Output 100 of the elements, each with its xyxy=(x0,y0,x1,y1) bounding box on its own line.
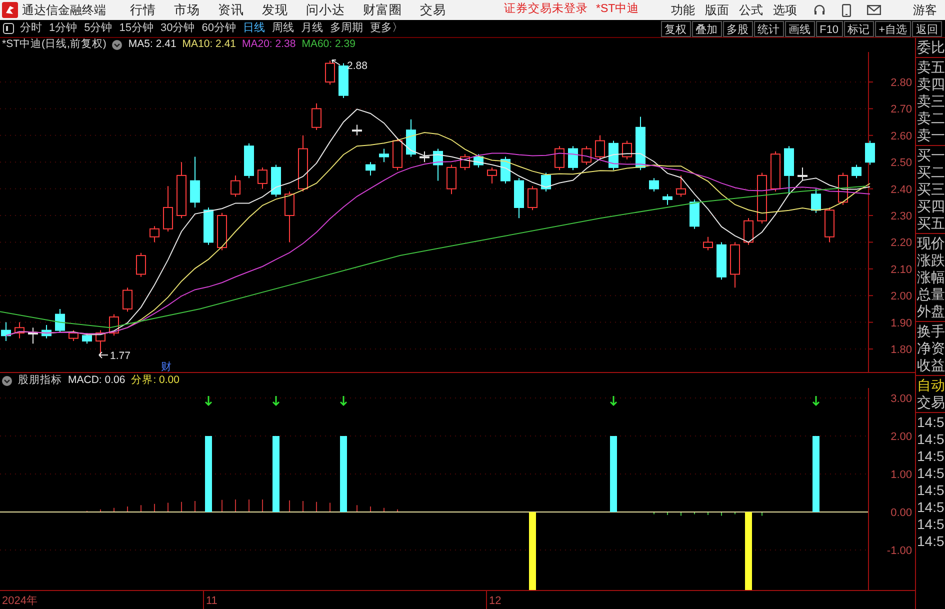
candlestick xyxy=(150,226,160,243)
quote-field-label: 交易 xyxy=(916,394,945,411)
toolbar-button[interactable]: 复权 xyxy=(660,20,691,36)
menu-item[interactable]: 财富圈 xyxy=(363,0,402,20)
candlestick xyxy=(541,172,551,192)
period-tab[interactable]: 多周期 xyxy=(330,20,363,37)
quote-field-label: 14:5 xyxy=(916,499,945,516)
axis-label: 2.10 xyxy=(890,264,912,276)
candlestick xyxy=(784,146,794,195)
candlestick xyxy=(136,252,146,278)
toolbar-button[interactable]: 多股 xyxy=(722,20,753,36)
candlestick xyxy=(352,124,362,136)
indicator-name: 股朋指标 xyxy=(18,372,62,388)
candlestick xyxy=(366,162,376,176)
indicator-value: 分界: 0.00 xyxy=(131,372,180,388)
quote-field-label: 自动 xyxy=(916,377,945,394)
period-tab[interactable]: 30分钟 xyxy=(160,20,195,37)
candlestick xyxy=(662,194,672,206)
candlestick xyxy=(230,174,240,198)
quote-field-label: 卖五 xyxy=(916,59,945,76)
phone-icon[interactable] xyxy=(842,4,851,16)
candlestick xyxy=(271,164,281,198)
ma-value: MA20: 2.38 xyxy=(242,37,296,52)
quote-field-label: 净资 xyxy=(916,340,945,357)
quote-field-label: 买一 xyxy=(916,147,945,164)
menu-item[interactable]: 问小达 xyxy=(306,0,345,20)
menu-item[interactable]: 选项 xyxy=(773,1,797,19)
quote-field-label: 买四 xyxy=(916,198,945,215)
panel-toggle-icon[interactable] xyxy=(3,23,14,34)
toolbar-button[interactable]: +自选 xyxy=(874,20,911,36)
period-tab[interactable]: 日线 xyxy=(243,20,265,37)
axis-label: 3.00 xyxy=(890,393,912,405)
menu-item[interactable]: 发现 xyxy=(262,0,288,20)
candlestick xyxy=(757,172,767,224)
user-label[interactable]: 游客 xyxy=(913,1,937,19)
quote-field-label: 买二 xyxy=(916,164,945,181)
candlestick xyxy=(204,207,214,246)
down-arrow-icon xyxy=(340,395,348,406)
date-label: 12 xyxy=(489,594,502,609)
candlestick xyxy=(595,134,605,160)
candlestick xyxy=(608,140,618,171)
more-button[interactable]: 更多〉 xyxy=(370,20,403,37)
down-arrow-icon xyxy=(272,395,280,406)
candlestick xyxy=(824,207,834,243)
candlestick xyxy=(433,148,443,182)
date-label: 2024年 xyxy=(2,594,38,609)
candlestick xyxy=(852,164,862,179)
toolbar-button[interactable]: 画线 xyxy=(784,20,815,36)
menu-item[interactable]: 资讯 xyxy=(218,0,244,20)
period-tab[interactable]: 周线 xyxy=(272,20,294,37)
menu-item[interactable]: 市场 xyxy=(174,0,200,20)
period-tab[interactable]: 5分钟 xyxy=(84,20,112,37)
menu-item[interactable]: 行情 xyxy=(130,0,156,20)
menu-item[interactable]: 功能 xyxy=(671,1,695,19)
candlestick xyxy=(770,150,780,192)
quote-field-label: 总量 xyxy=(916,286,945,303)
toolbar-button[interactable]: F10 xyxy=(816,20,843,36)
quote-field-label: 换手 xyxy=(916,323,945,340)
period-tab[interactable]: 分时 xyxy=(20,20,42,37)
candlestick xyxy=(446,164,456,195)
menu-item[interactable]: 公式 xyxy=(739,1,763,19)
axis-label: 2.30 xyxy=(890,210,912,222)
axis-label: 2.70 xyxy=(890,104,912,116)
axis-label: 2.50 xyxy=(890,157,912,170)
logo-icon xyxy=(2,2,18,18)
toolbar-button[interactable]: 统计 xyxy=(754,20,784,36)
down-arrow-icon xyxy=(610,395,618,406)
candlestick xyxy=(176,162,186,219)
event-marker: 财 xyxy=(161,361,172,372)
low-price-label: 1.77 xyxy=(110,350,130,362)
mail-icon[interactable] xyxy=(867,5,881,15)
toolbar-button[interactable]: 返回 xyxy=(912,20,942,36)
candlestick xyxy=(582,146,592,166)
down-arrow-icon xyxy=(204,395,212,406)
period-tab[interactable]: 60分钟 xyxy=(202,20,236,37)
period-tab[interactable]: 月线 xyxy=(301,20,323,37)
period-tab[interactable]: 1分钟 xyxy=(49,20,78,37)
candlestick xyxy=(500,156,510,184)
status-notice: *ST中迪 xyxy=(596,2,640,18)
period-tab[interactable]: 15分钟 xyxy=(119,20,154,37)
candlestick xyxy=(217,212,227,251)
dropdown-icon[interactable] xyxy=(2,376,12,386)
headset-icon[interactable] xyxy=(813,4,826,16)
candlestick xyxy=(298,134,308,192)
toolbar-button[interactable]: 叠加 xyxy=(692,20,722,36)
quote-field-label: 委比 xyxy=(916,39,945,56)
candlestick xyxy=(42,324,52,339)
dropdown-icon[interactable] xyxy=(112,40,122,50)
candlestick xyxy=(420,150,430,163)
candlestick xyxy=(244,142,254,179)
menu-item[interactable]: 交易 xyxy=(420,0,446,20)
axis-label: 1.80 xyxy=(890,344,912,356)
axis-label: -1.00 xyxy=(886,545,912,557)
candlestick xyxy=(68,330,78,342)
candlestick xyxy=(716,242,726,280)
candlestick xyxy=(528,186,538,211)
candlestick xyxy=(14,322,24,339)
axis-label: 2.80 xyxy=(890,77,912,89)
menu-item[interactable]: 版面 xyxy=(705,1,729,19)
toolbar-button[interactable]: 标记 xyxy=(844,20,874,36)
